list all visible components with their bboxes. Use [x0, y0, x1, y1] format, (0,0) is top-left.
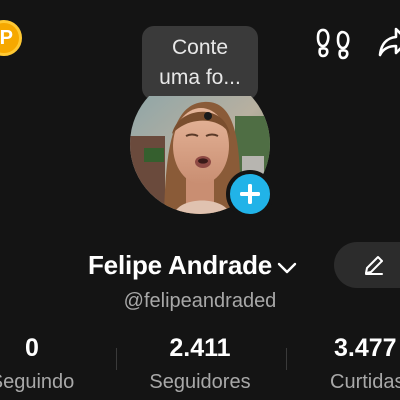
- stat-likes[interactable]: 3.477 Curtidas: [310, 334, 400, 394]
- chevron-down-icon[interactable]: [276, 261, 298, 275]
- add-photo-button[interactable]: [226, 170, 274, 218]
- coin-icon: P: [0, 26, 13, 49]
- footprints-icon[interactable]: [316, 26, 352, 60]
- following-count: 0: [25, 334, 39, 362]
- stat-following[interactable]: 0 Seguindo: [0, 334, 112, 394]
- followers-count: 2.411: [169, 334, 231, 362]
- pencil-icon: [365, 256, 383, 275]
- likes-label: Curtidas: [330, 371, 400, 393]
- name-row[interactable]: Felipe Andrade: [88, 250, 298, 281]
- share-icon[interactable]: [378, 26, 400, 58]
- stat-followers[interactable]: 2.411 Seguidores: [120, 334, 280, 394]
- tooltip-bubble: Conte uma fo...: [142, 26, 258, 100]
- username: @felipeandraded: [123, 290, 277, 312]
- coin-badge[interactable]: P: [0, 20, 22, 56]
- plus-icon: [240, 184, 260, 204]
- stat-divider: [286, 348, 287, 370]
- stat-divider: [116, 348, 117, 370]
- likes-count: 3.477: [334, 334, 397, 362]
- followers-label: Seguidores: [149, 371, 251, 393]
- following-label: Seguindo: [0, 371, 75, 393]
- profile-screen: P Conte uma fo... Felipe Andrade @felipe…: [0, 0, 400, 400]
- tooltip-text: Conte uma fo...: [159, 36, 241, 89]
- display-name: Felipe Andrade: [88, 250, 273, 280]
- edit-profile-button[interactable]: [334, 242, 400, 288]
